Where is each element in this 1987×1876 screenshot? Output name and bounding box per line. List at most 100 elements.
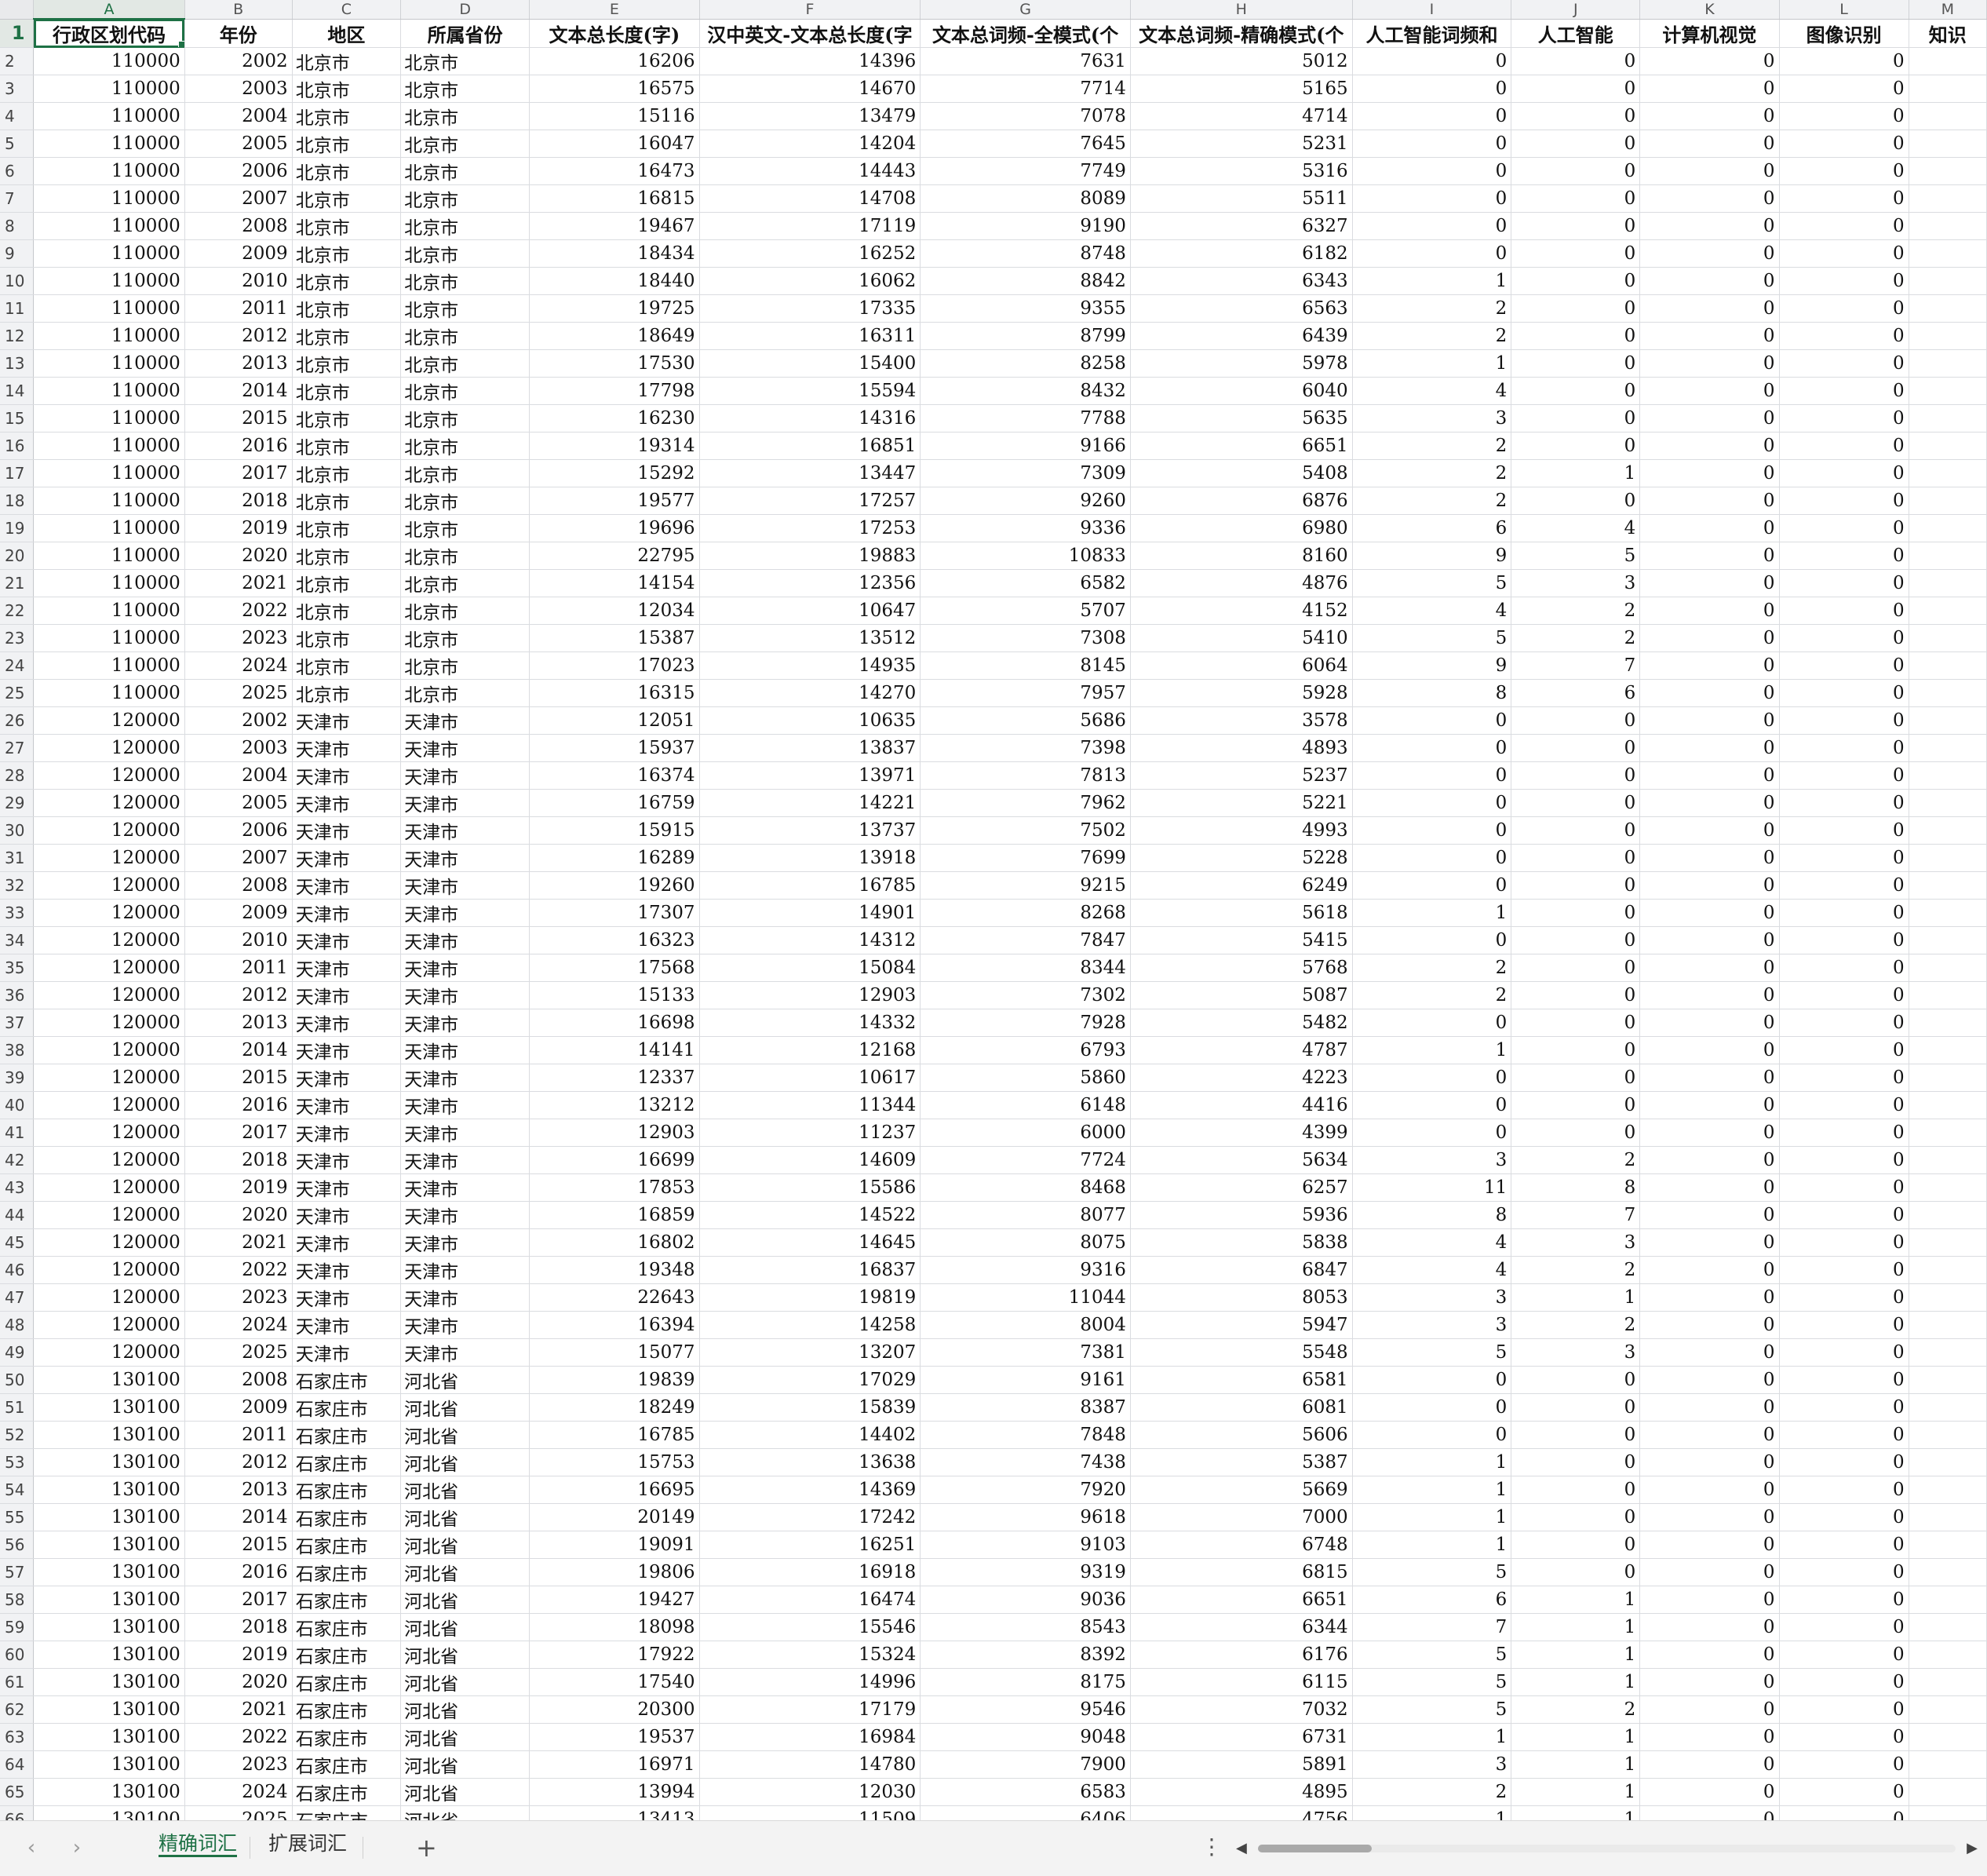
table-cell[interactable]: 120000	[33, 899, 185, 927]
table-cell[interactable]: 7398	[920, 734, 1131, 762]
table-cell[interactable]: 2	[1511, 1256, 1641, 1284]
table-cell[interactable]: 16374	[529, 761, 700, 790]
table-cell[interactable]: 8543	[920, 1613, 1131, 1641]
table-cell[interactable]	[1909, 1558, 1987, 1586]
column-header-h[interactable]: H	[1130, 0, 1353, 20]
table-cell[interactable]: 石家庄市	[292, 1723, 402, 1751]
table-cell[interactable]: 110000	[33, 322, 185, 350]
table-cell[interactable]: 11	[1352, 1173, 1512, 1202]
table-cell[interactable]: 18440	[529, 267, 700, 295]
table-cell[interactable]: 天津市	[400, 761, 530, 790]
table-cell[interactable]: 北京市	[400, 377, 530, 405]
table-cell[interactable]: 13994	[529, 1778, 700, 1806]
spreadsheet-grid[interactable]: ABCDEFGHIJKLM 1 行政区划代码 年份 地区 所属省份 文本总长度(字) 汉中英…	[0, 0, 1987, 1820]
table-cell[interactable]: 13212	[529, 1091, 700, 1119]
table-cell[interactable]: 3	[1511, 569, 1641, 597]
table-cell[interactable]: 7302	[920, 981, 1131, 1009]
table-cell[interactable]: 17257	[699, 487, 921, 515]
row-header[interactable]: 20	[0, 542, 35, 570]
table-cell[interactable]: 河北省	[400, 1723, 530, 1751]
table-cell[interactable]: 0	[1511, 432, 1641, 460]
table-cell[interactable]: 2019	[184, 1641, 293, 1669]
column-header-f[interactable]: F	[699, 0, 921, 20]
table-cell[interactable]: 110000	[33, 294, 185, 323]
table-cell[interactable]	[1909, 1064, 1987, 1092]
table-cell[interactable]: 2023	[184, 1750, 293, 1779]
row-header[interactable]: 1	[0, 19, 35, 48]
table-cell[interactable]: 0	[1352, 706, 1512, 735]
table-cell[interactable]	[1909, 1036, 1987, 1064]
table-cell[interactable]: 15292	[529, 459, 700, 487]
table-cell[interactable]	[1909, 1009, 1987, 1037]
row-header[interactable]: 45	[0, 1228, 35, 1257]
table-cell[interactable]: 天津市	[400, 1338, 530, 1367]
column-header-j[interactable]: J	[1511, 0, 1641, 20]
table-cell[interactable]: 16047	[529, 130, 700, 158]
table-cell[interactable]: 6249	[1130, 871, 1353, 900]
table-cell[interactable]: 天津市	[400, 926, 530, 954]
table-cell[interactable]	[1909, 1503, 1987, 1531]
table-cell[interactable]: 0	[1639, 789, 1780, 817]
table-cell[interactable]: 0	[1352, 184, 1512, 213]
table-cell[interactable]: 9546	[920, 1695, 1131, 1724]
table-cell[interactable]: 7631	[920, 47, 1131, 75]
table-cell[interactable]: 1	[1352, 1476, 1512, 1504]
table-cell[interactable]: 0	[1779, 75, 1909, 103]
table-cell[interactable]: 5978	[1130, 349, 1353, 378]
table-cell[interactable]: 0	[1511, 130, 1641, 158]
table-cell[interactable]: 北京市	[400, 75, 530, 103]
table-cell[interactable]: 19467	[529, 212, 700, 240]
table-cell[interactable]: 0	[1779, 1778, 1909, 1806]
table-cell[interactable]: 2004	[184, 102, 293, 130]
table-cell[interactable]: 110000	[33, 47, 185, 75]
table-cell[interactable]: 110000	[33, 432, 185, 460]
table-cell[interactable]: 5606	[1130, 1421, 1353, 1449]
row-header[interactable]: 32	[0, 871, 35, 900]
table-cell[interactable]: 0	[1511, 1009, 1641, 1037]
table-cell[interactable]: 5	[1352, 1695, 1512, 1724]
table-cell[interactable]: 0	[1779, 651, 1909, 680]
table-cell[interactable]: 5511	[1130, 184, 1353, 213]
table-cell[interactable]: 9103	[920, 1531, 1131, 1559]
table-cell[interactable]: 15133	[529, 981, 700, 1009]
table-cell[interactable]: 5548	[1130, 1338, 1353, 1367]
header-cell[interactable]: 知识	[1909, 19, 1987, 48]
table-cell[interactable]: 石家庄市	[292, 1695, 402, 1724]
table-cell[interactable]: 2002	[184, 706, 293, 735]
table-cell[interactable]: 0	[1511, 926, 1641, 954]
table-cell[interactable]: 0	[1779, 734, 1909, 762]
table-cell[interactable]: 0	[1639, 487, 1780, 515]
table-cell[interactable]: 8053	[1130, 1283, 1353, 1312]
table-cell[interactable]: 0	[1779, 267, 1909, 295]
table-cell[interactable]: 16785	[529, 1421, 700, 1449]
table-cell[interactable]: 19260	[529, 871, 700, 900]
table-cell[interactable]: 110000	[33, 597, 185, 625]
table-cell[interactable]: 15116	[529, 102, 700, 130]
row-header[interactable]: 60	[0, 1641, 35, 1669]
table-cell[interactable]: 120000	[33, 1119, 185, 1147]
scrollbar-track[interactable]	[1258, 1845, 1956, 1852]
table-cell[interactable]: 河北省	[400, 1558, 530, 1586]
table-cell[interactable]: 16230	[529, 404, 700, 433]
table-cell[interactable]	[1909, 624, 1987, 652]
table-cell[interactable]: 0	[1639, 1613, 1780, 1641]
table-cell[interactable]: 北京市	[400, 267, 530, 295]
table-cell[interactable]: 0	[1639, 1338, 1780, 1367]
table-cell[interactable]: 0	[1639, 267, 1780, 295]
table-cell[interactable]: 北京市	[292, 349, 402, 378]
table-cell[interactable]: 天津市	[400, 844, 530, 872]
table-cell[interactable]: 5	[1352, 1641, 1512, 1669]
table-cell[interactable]: 1	[1352, 349, 1512, 378]
table-cell[interactable]: 0	[1639, 239, 1780, 268]
table-cell[interactable]: 天津市	[292, 899, 402, 927]
table-cell[interactable]: 14901	[699, 899, 921, 927]
table-cell[interactable]: 2018	[184, 1613, 293, 1641]
tab-sheet-extended[interactable]: 扩展词汇	[259, 1826, 356, 1862]
table-cell[interactable]: 14270	[699, 679, 921, 707]
table-cell[interactable]: 14312	[699, 926, 921, 954]
table-cell[interactable]: 15937	[529, 734, 700, 762]
table-cell[interactable]: 2025	[184, 1338, 293, 1367]
table-cell[interactable]	[1909, 734, 1987, 762]
header-cell[interactable]: 人工智能词频和	[1352, 19, 1512, 48]
table-cell[interactable]: 16251	[699, 1531, 921, 1559]
